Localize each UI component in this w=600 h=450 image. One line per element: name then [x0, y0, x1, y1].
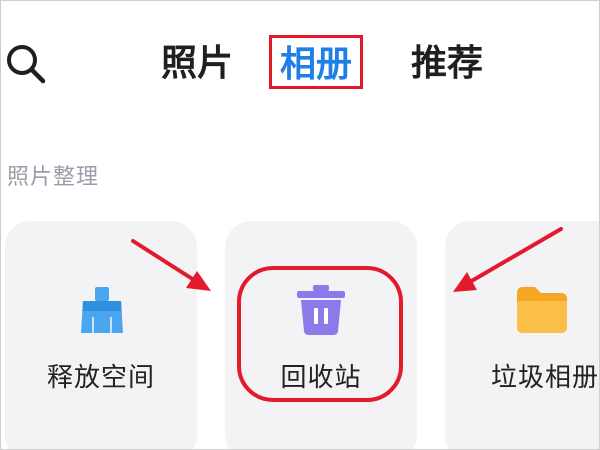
app-window: 照片 相册 推荐 照片整理 释放空间 回收站 垃圾相册	[0, 0, 600, 450]
right-arrow	[461, 227, 563, 288]
annotation-arrows	[131, 227, 563, 292]
left-arrowhead	[186, 271, 211, 291]
